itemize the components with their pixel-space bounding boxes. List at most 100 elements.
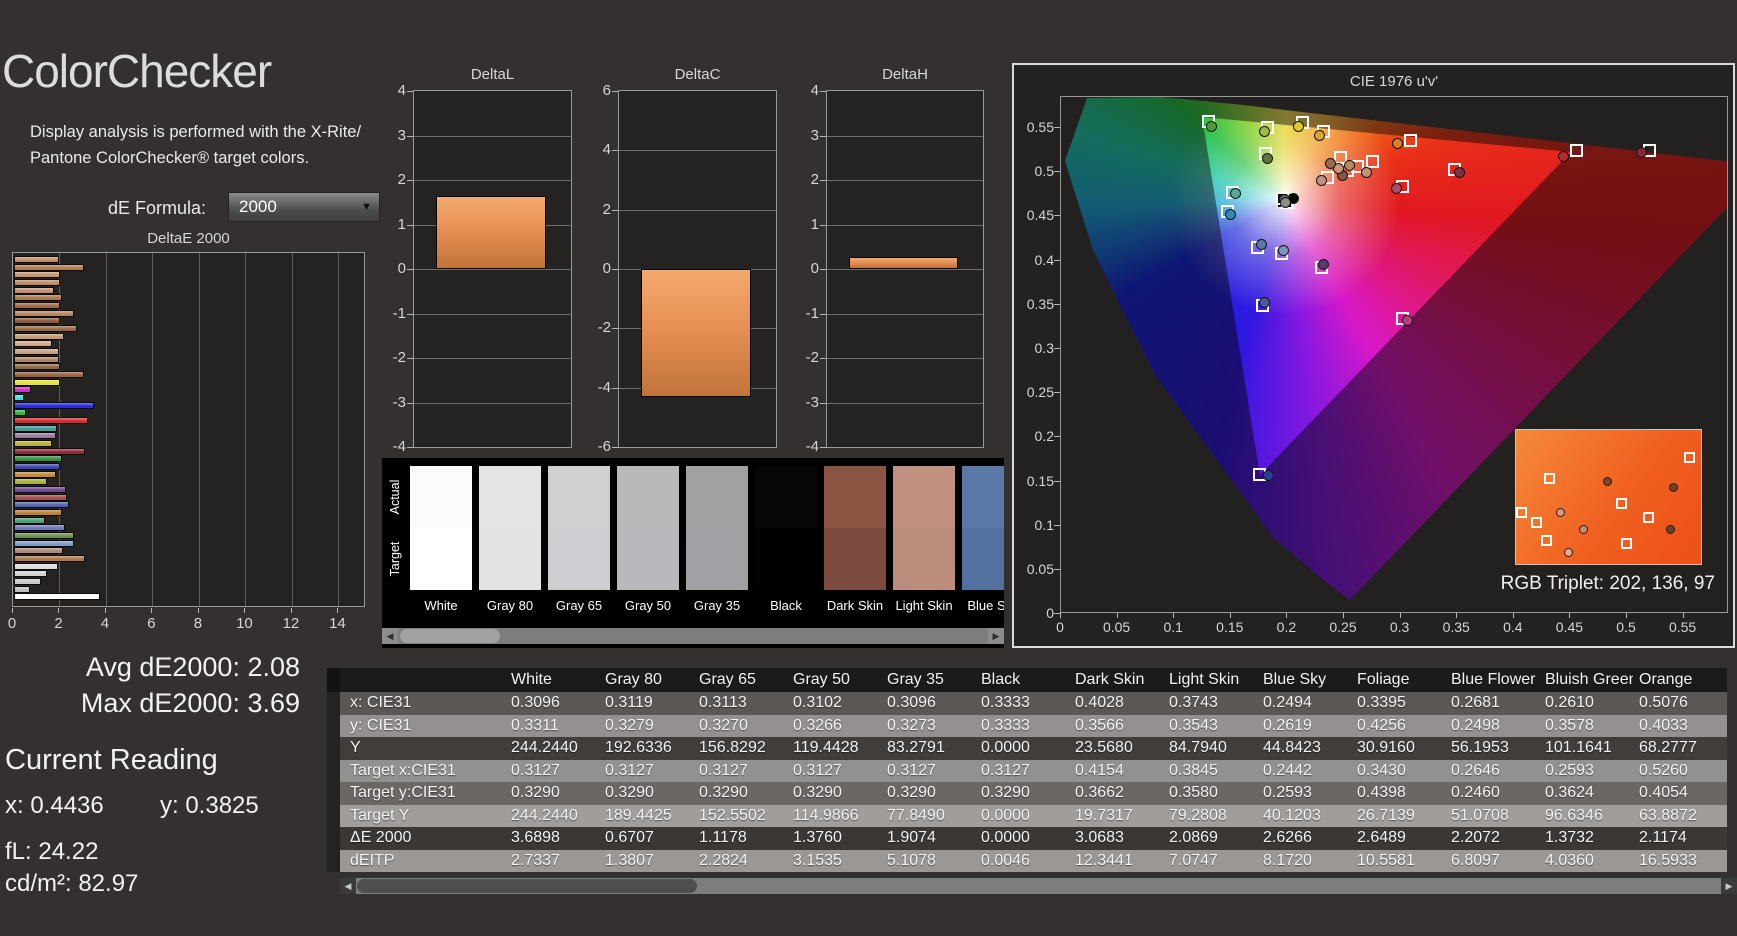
delta-gridline bbox=[827, 358, 983, 359]
cie-x-tick-label: 0.4 bbox=[1493, 619, 1533, 635]
page-title: ColorChecker bbox=[2, 44, 271, 98]
table-scroll-left-arrow-icon[interactable]: ◀ bbox=[340, 878, 356, 894]
table-column-header: Foliage bbox=[1351, 668, 1445, 692]
table-cell: 0.3096 bbox=[881, 692, 975, 715]
cie-y-tick bbox=[1054, 436, 1060, 437]
table-cell: 0.3119 bbox=[599, 692, 693, 715]
delta-y-tick-label: -4 bbox=[785, 438, 819, 455]
delta-gridline bbox=[414, 403, 571, 404]
max-de2000-readout: Max dE2000: 3.69 bbox=[20, 688, 300, 719]
inset-measured-point bbox=[1579, 525, 1588, 534]
deltae-bar bbox=[14, 517, 45, 524]
swatch-target-color bbox=[479, 528, 541, 590]
deltae-bar bbox=[14, 333, 64, 340]
cie-x-tick-label: 0.45 bbox=[1549, 619, 1589, 635]
table-cell: 0.2681 bbox=[1445, 692, 1539, 715]
deltae-bar bbox=[14, 463, 60, 470]
delta-gridline bbox=[414, 358, 571, 359]
cie-chart-title: CIE 1976 u'v' bbox=[1060, 73, 1728, 90]
de-formula-dropdown[interactable]: 2000 ▼ bbox=[228, 192, 380, 222]
deltae-bar bbox=[14, 409, 26, 416]
deltae-x-tick-label: 2 bbox=[41, 615, 75, 632]
delta-y-tick bbox=[820, 91, 826, 92]
deltae-bar bbox=[14, 356, 59, 363]
deltae-bar bbox=[14, 271, 60, 278]
table-row-stub bbox=[327, 760, 340, 783]
table-cell: 0.3102 bbox=[787, 692, 881, 715]
cie-x-tick-label: 0.25 bbox=[1323, 619, 1363, 635]
swatch-label: Blue Sky bbox=[962, 598, 1004, 613]
swatch-scrollbar[interactable]: ◀ ▶ bbox=[382, 628, 1004, 644]
deltae-bar bbox=[14, 578, 41, 585]
table-cell: 2.7337 bbox=[505, 850, 599, 873]
table-row-stub bbox=[327, 850, 340, 873]
swatch-target-color bbox=[617, 528, 679, 590]
chevron-down-icon: ▼ bbox=[361, 201, 372, 213]
table-cell: 101.1641 bbox=[1539, 737, 1633, 760]
deltal-chart: 43210-1-2-3-4 bbox=[413, 90, 572, 448]
deltae-x-axis: 02468101214 bbox=[12, 612, 365, 632]
delta-y-tick bbox=[407, 358, 413, 359]
delta-y-tick-label: 0 bbox=[577, 260, 611, 277]
table-column-header: Dark Skin bbox=[1069, 668, 1163, 692]
table-cell: 2.2072 bbox=[1445, 827, 1539, 850]
avg-de2000-readout: Avg dE2000: 2.08 bbox=[20, 652, 300, 683]
delta-gridline bbox=[414, 136, 571, 137]
deltae-bar bbox=[14, 440, 52, 447]
table-row: ΔE 20003.68980.67071.11781.37601.90740.0… bbox=[327, 827, 1727, 850]
swatch-strip: Actual Target WhiteGray 80Gray 65Gray 50… bbox=[382, 458, 1004, 648]
table-cell: 0.2593 bbox=[1539, 760, 1633, 783]
swatch-label: Gray 65 bbox=[548, 598, 610, 613]
table-row: y: CIE310.33110.32790.32700.32660.32730.… bbox=[327, 715, 1727, 738]
deltae-bar bbox=[14, 287, 54, 294]
table-scroll-right-arrow-icon[interactable]: ▶ bbox=[1721, 878, 1737, 894]
inset-measured-point bbox=[1556, 508, 1565, 517]
table-scrollbar-thumb[interactable] bbox=[357, 879, 697, 893]
cie-measured-point bbox=[1263, 470, 1274, 481]
deltae-x-tick bbox=[58, 608, 59, 613]
deltae-bar bbox=[14, 294, 62, 301]
delta-gridline bbox=[619, 150, 776, 151]
cie-x-tick bbox=[1683, 613, 1684, 618]
swatch-scrollbar-thumb[interactable] bbox=[400, 629, 500, 643]
deltae-bar bbox=[14, 425, 57, 432]
table-row-label: y: CIE31 bbox=[340, 715, 505, 738]
table-row-label: Target Y bbox=[340, 805, 505, 828]
table-cell: 0.3845 bbox=[1163, 760, 1257, 783]
swatch-scroll-left-arrow-icon[interactable]: ◀ bbox=[382, 628, 398, 644]
deltae-bar bbox=[14, 547, 63, 554]
swatch-gray-65 bbox=[548, 466, 610, 590]
table-cell: 0.2442 bbox=[1257, 760, 1351, 783]
cie-y-tick-label: 0.4 bbox=[1016, 252, 1054, 268]
deltae-bar bbox=[14, 486, 66, 493]
table-cell: 16.5933 bbox=[1633, 850, 1727, 873]
cie-y-tick bbox=[1054, 481, 1060, 482]
deltae-bar bbox=[14, 478, 47, 485]
current-y-readout: y: 0.3825 bbox=[160, 792, 259, 820]
table-row-stub bbox=[327, 692, 340, 715]
swatch-label: Dark Skin bbox=[824, 598, 886, 613]
table-cell: 0.3395 bbox=[1351, 692, 1445, 715]
table-cell: 0.3290 bbox=[787, 782, 881, 805]
table-scrollbar[interactable]: ◀ ▶ bbox=[340, 878, 1737, 894]
table-cell: 1.3760 bbox=[787, 827, 881, 850]
deltae-x-tick bbox=[291, 608, 292, 613]
inset-measured-point bbox=[1669, 483, 1678, 492]
deltae-bar bbox=[14, 379, 60, 386]
cie-y-tick-label: 0.5 bbox=[1016, 163, 1054, 179]
deltae-x-tick-label: 12 bbox=[274, 615, 308, 632]
deltae-bar bbox=[14, 563, 58, 570]
deltae-x-tick-label: 6 bbox=[134, 615, 168, 632]
deltae-bar bbox=[14, 310, 74, 317]
deltac-chart-title: DeltaC bbox=[618, 66, 777, 83]
deltae-gridline bbox=[199, 253, 200, 606]
table-cell: 44.8423 bbox=[1257, 737, 1351, 760]
deltae-bar bbox=[14, 532, 74, 539]
delta-y-tick bbox=[820, 447, 826, 448]
cie-y-tick-label: 0.15 bbox=[1016, 473, 1054, 489]
cie-zoom-inset bbox=[1515, 429, 1702, 565]
swatch-scroll-right-arrow-icon[interactable]: ▶ bbox=[988, 628, 1004, 644]
cie-x-tick-label: 0.55 bbox=[1663, 619, 1703, 635]
cie-measured-point bbox=[1558, 151, 1569, 162]
delta-y-tick bbox=[612, 447, 618, 448]
